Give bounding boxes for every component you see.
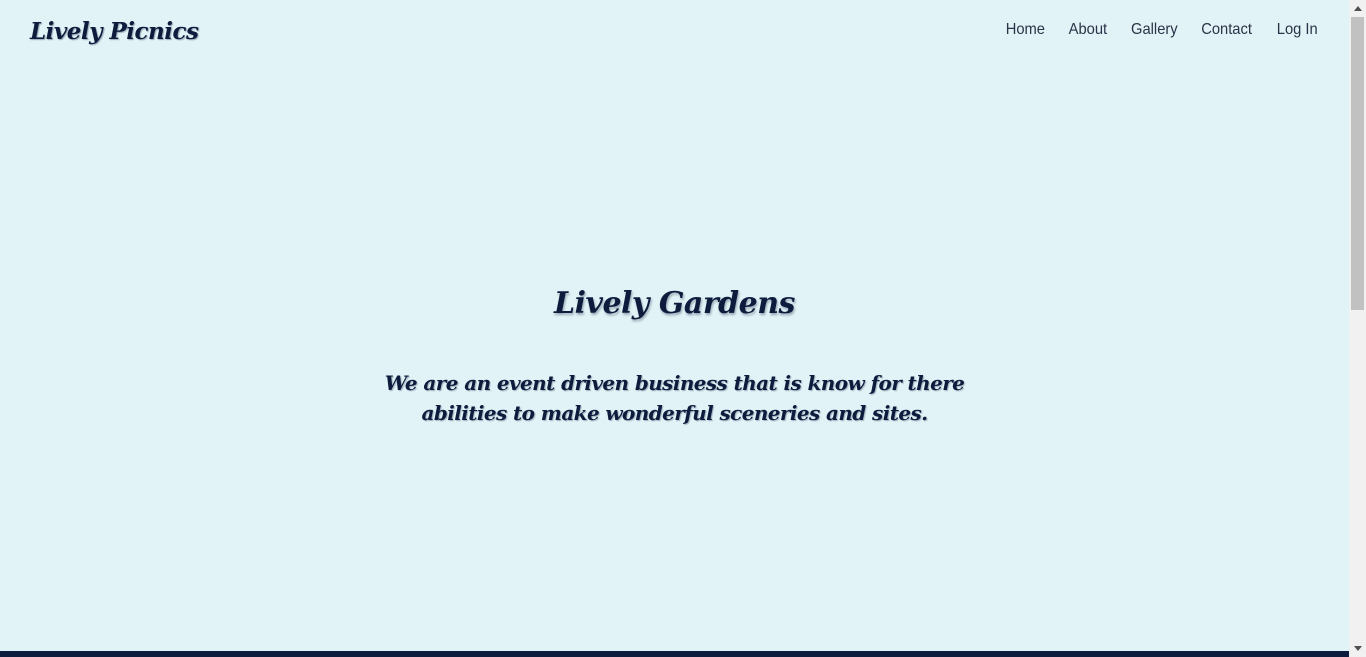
nav-about-link[interactable]: About (1069, 20, 1107, 40)
nav-login-link[interactable]: Log In (1276, 20, 1317, 40)
hero-title: Lively Gardens (554, 286, 795, 321)
main-nav: Home About Gallery Contact Log In (984, 20, 1319, 40)
scroll-up-icon[interactable] (1349, 0, 1366, 17)
hero-description: We are an event driven business that is … (384, 371, 965, 425)
nav-home-link[interactable]: Home (1006, 20, 1045, 40)
brand-logo[interactable]: Lively Picnics (30, 18, 199, 45)
scroll-down-icon[interactable] (1349, 640, 1366, 657)
page: Lively Picnics Home About Gallery Contac… (0, 0, 1349, 657)
nav-gallery-link[interactable]: Gallery (1131, 20, 1178, 40)
footer-edge (0, 651, 1349, 657)
vertical-scrollbar[interactable] (1349, 0, 1366, 657)
nav-contact-link[interactable]: Contact (1202, 20, 1253, 40)
scrollbar-thumb[interactable] (1351, 17, 1364, 310)
